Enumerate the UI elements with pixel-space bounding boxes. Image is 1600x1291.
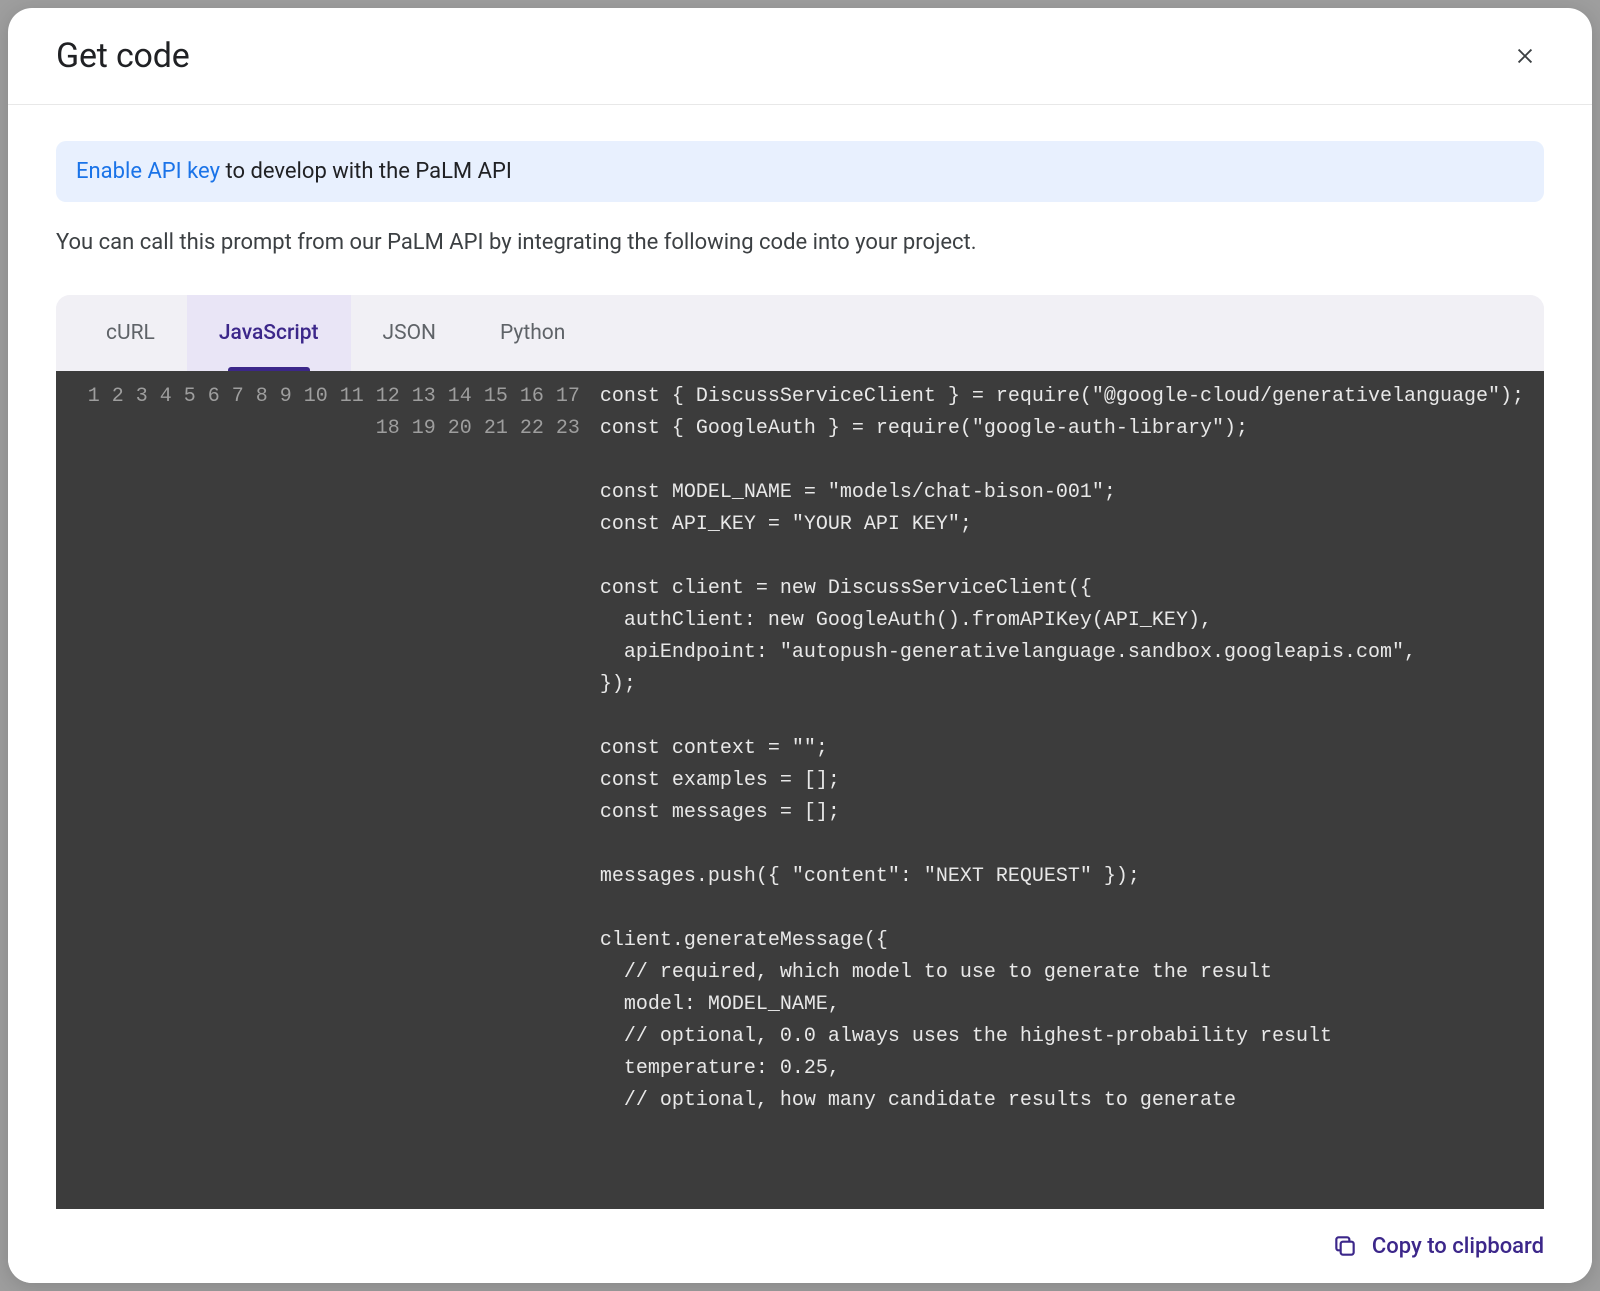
modal-body: Enable API key to develop with the PaLM … [8, 105, 1592, 1209]
code-section: cURLJavaScriptJSONPython 1 2 3 4 5 6 7 8… [56, 295, 1544, 1209]
close-icon [1514, 45, 1536, 67]
copy-to-clipboard-button[interactable]: Copy to clipboard [1332, 1233, 1544, 1259]
copy-icon [1332, 1233, 1358, 1259]
tab-curl[interactable]: cURL [74, 295, 187, 371]
line-numbers: 1 2 3 4 5 6 7 8 9 10 11 12 13 14 15 16 1… [56, 371, 590, 1209]
modal-header: Get code [8, 8, 1592, 105]
tab-python[interactable]: Python [468, 295, 597, 371]
code-block[interactable]: 1 2 3 4 5 6 7 8 9 10 11 12 13 14 15 16 1… [56, 371, 1544, 1209]
enable-api-key-link[interactable]: Enable API key [76, 159, 220, 184]
modal-footer: Copy to clipboard [8, 1209, 1592, 1283]
description-text: You can call this prompt from our PaLM A… [56, 230, 1544, 255]
copy-label: Copy to clipboard [1372, 1234, 1544, 1259]
get-code-modal: Get code Enable API key to develop with … [8, 8, 1592, 1283]
close-button[interactable] [1506, 37, 1544, 75]
info-banner: Enable API key to develop with the PaLM … [56, 141, 1544, 202]
code-content: const { DiscussServiceClient } = require… [590, 371, 1544, 1209]
modal-title: Get code [56, 36, 190, 76]
tab-javascript[interactable]: JavaScript [187, 295, 351, 371]
tabs-container: cURLJavaScriptJSONPython [56, 295, 1544, 371]
tab-json[interactable]: JSON [351, 295, 468, 371]
banner-text: to develop with the PaLM API [220, 159, 512, 184]
